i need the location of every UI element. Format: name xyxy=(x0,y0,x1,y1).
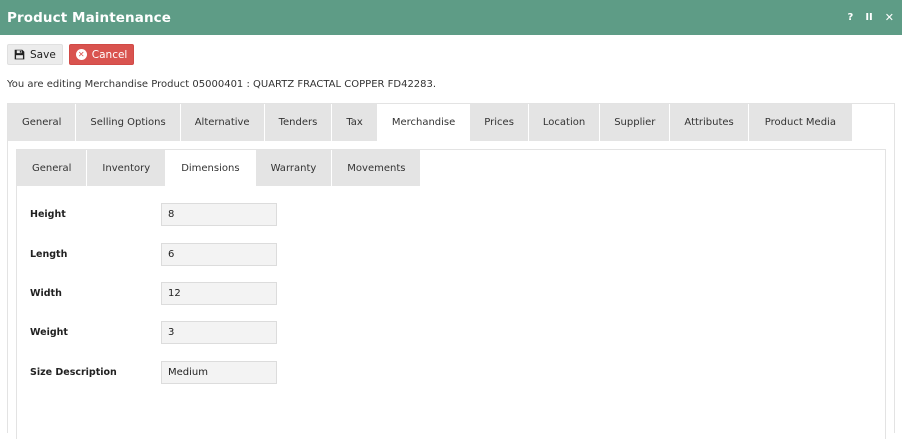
subtab-warranty[interactable]: Warranty xyxy=(255,150,333,186)
sub-tab-bar: General Inventory Dimensions Warranty Mo… xyxy=(17,150,422,186)
window-controls: ? II ✕ xyxy=(848,11,894,24)
height-label: Height xyxy=(30,209,66,220)
tab-selling-options[interactable]: Selling Options xyxy=(76,104,181,141)
tab-product-media[interactable]: Product Media xyxy=(748,104,853,141)
form-row-size-description: Size Description xyxy=(30,361,277,384)
form-row-width: Width xyxy=(30,282,277,305)
save-button[interactable]: Save xyxy=(7,44,63,65)
width-label: Width xyxy=(30,288,62,299)
save-label: Save xyxy=(30,48,56,61)
tab-tenders[interactable]: Tenders xyxy=(264,104,333,141)
tab-merchandise[interactable]: Merchandise xyxy=(377,104,471,141)
tab-attributes[interactable]: Attributes xyxy=(670,104,749,141)
tab-prices[interactable]: Prices xyxy=(470,104,529,141)
editing-info-text: You are editing Merchandise Product 0500… xyxy=(7,79,437,90)
main-tab-bar: General Selling Options Alternative Tend… xyxy=(8,104,853,141)
tab-location[interactable]: Location xyxy=(528,104,601,141)
toolbar: Save ✕ Cancel xyxy=(7,44,135,65)
subtab-general[interactable]: General xyxy=(17,150,88,186)
cancel-button[interactable]: ✕ Cancel xyxy=(68,44,135,65)
help-icon[interactable]: ? xyxy=(848,12,854,23)
weight-input[interactable] xyxy=(161,321,277,344)
close-icon[interactable]: ✕ xyxy=(885,11,894,24)
pause-icon[interactable]: II xyxy=(865,12,872,23)
form-row-length: Length xyxy=(30,243,277,266)
floppy-disk-icon xyxy=(14,49,25,60)
length-input[interactable] xyxy=(161,243,277,266)
form-row-weight: Weight xyxy=(30,321,277,344)
tab-supplier[interactable]: Supplier xyxy=(600,104,671,141)
size-description-label: Size Description xyxy=(30,367,117,378)
length-label: Length xyxy=(30,249,68,260)
subtab-movements[interactable]: Movements xyxy=(332,150,422,186)
tab-general[interactable]: General xyxy=(8,104,77,141)
cancel-label: Cancel xyxy=(91,48,128,61)
tab-alternative[interactable]: Alternative xyxy=(180,104,265,141)
width-input[interactable] xyxy=(161,282,277,305)
title-bar: Product Maintenance ? II ✕ xyxy=(0,0,902,35)
subtab-inventory[interactable]: Inventory xyxy=(87,150,167,186)
subtab-dimensions[interactable]: Dimensions xyxy=(166,150,256,186)
size-description-input[interactable] xyxy=(161,361,277,384)
tab-tax[interactable]: Tax xyxy=(332,104,378,141)
cancel-circle-icon: ✕ xyxy=(75,49,87,60)
weight-label: Weight xyxy=(30,327,68,338)
form-row-height: Height xyxy=(30,203,277,226)
window-title: Product Maintenance xyxy=(7,9,172,26)
height-input[interactable] xyxy=(161,203,277,226)
